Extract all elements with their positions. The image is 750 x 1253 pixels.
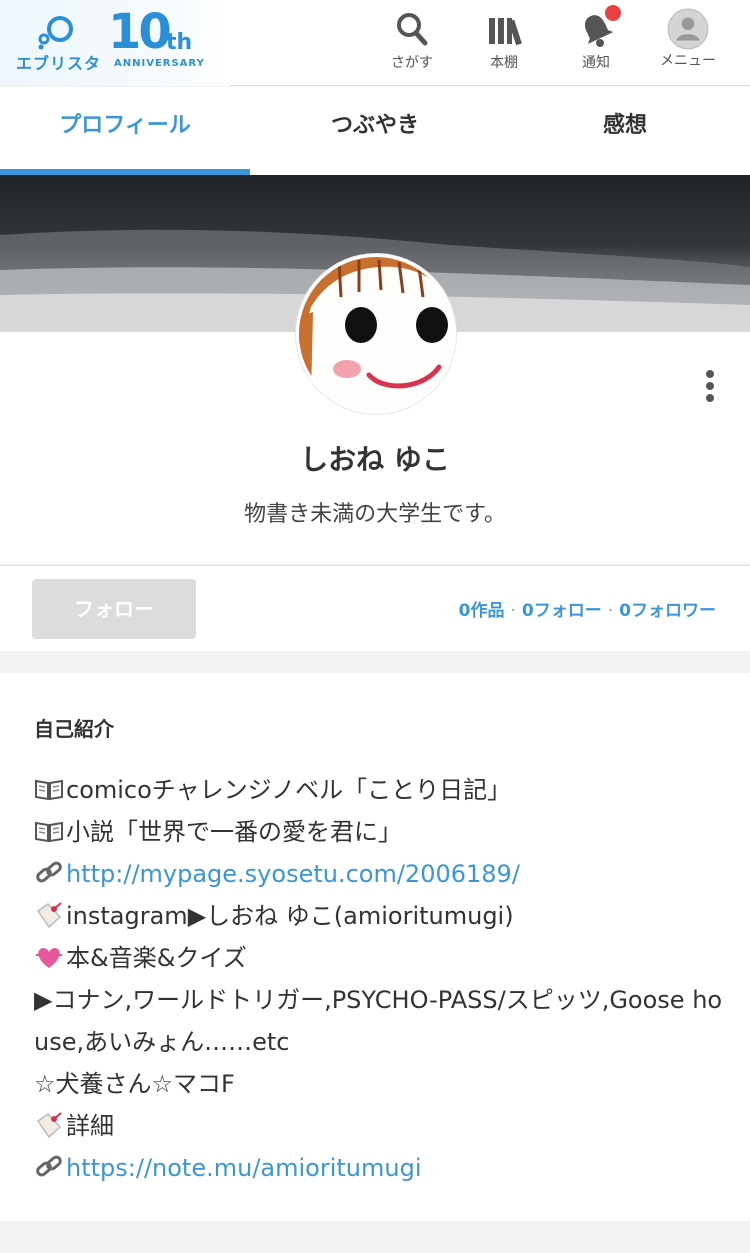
- self-introduction-body: comicoチャレンジノベル「ことり日記」 小説「世界で一番の愛を君に」 htt…: [34, 769, 724, 1189]
- intro-line-text: 本&音楽&クイズ: [66, 944, 247, 972]
- link-icon: [36, 1155, 62, 1177]
- open-book-icon: [35, 821, 63, 843]
- intro-line-text: instagram▶しおね ゆこ(amioritumugi): [66, 902, 514, 930]
- intro-line-text: comicoチャレンジノベル「ことり日記」: [66, 776, 512, 804]
- intro-line: ▶コナン,ワールドトリガー,PSYCHO-PASS/スピッツ,Goose hou…: [34, 986, 723, 1056]
- self-introduction-title: 自己紹介: [34, 717, 114, 741]
- profile-name: しおね ゆこ: [300, 443, 450, 476]
- app-header: エブリスタ 10 th ANNIVERSARY さがす 本棚 通知 メニュー: [0, 0, 750, 86]
- nav-notifications-label: 通知: [582, 55, 610, 71]
- intro-line: 詳細: [34, 1105, 724, 1147]
- followers-count-link[interactable]: 0フォロワー: [619, 601, 716, 621]
- intro-line: ☆犬養さん☆マコF: [34, 1070, 235, 1098]
- link-icon: [36, 861, 62, 883]
- logo-anniversary-suffix: th: [166, 30, 193, 55]
- nav-menu[interactable]: メニュー: [648, 8, 728, 78]
- user-avatar-icon: [667, 8, 709, 50]
- logo-text: エブリスタ: [16, 54, 102, 73]
- follow-button[interactable]: フォロー: [32, 579, 196, 639]
- intro-line: https://note.mu/amioritumugi: [34, 1147, 724, 1189]
- tab-profile[interactable]: プロフィール: [0, 87, 250, 175]
- profile-stats: 0作品 · 0フォロー · 0フォロワー: [459, 596, 716, 621]
- intro-line: 本&音楽&クイズ: [34, 937, 724, 979]
- tag-icon: [36, 902, 62, 929]
- follow-bar: フォロー 0作品 · 0フォロー · 0フォロワー: [0, 565, 750, 651]
- intro-line: http://mypage.syosetu.com/2006189/: [34, 853, 724, 895]
- self-introduction-section: 自己紹介 comicoチャレンジノベル「ことり日記」 小説「世界で一番の愛を君に…: [0, 673, 750, 1221]
- intro-line-text: 詳細: [66, 1112, 114, 1140]
- profile-tagline: 物書き未満の大学生です。: [244, 502, 506, 527]
- heart-icon: [36, 948, 62, 968]
- open-book-icon: [35, 779, 63, 801]
- stats-separator: ·: [510, 601, 516, 621]
- logo-anniversary-text: ANNIVERSARY: [114, 58, 205, 69]
- intro-line-text: 小説「世界で一番の愛を君に」: [66, 818, 402, 846]
- search-icon: [397, 13, 428, 46]
- profile-avatar[interactable]: [296, 254, 456, 414]
- works-count-link[interactable]: 0作品: [459, 601, 505, 621]
- intro-line: 小説「世界で一番の愛を君に」: [34, 811, 724, 853]
- tab-murmurs[interactable]: つぶやき: [250, 87, 500, 175]
- app-logo[interactable]: エブリスタ 10 th ANNIVERSARY: [0, 0, 230, 86]
- intro-line: instagram▶しおね ゆこ(amioritumugi): [34, 895, 724, 937]
- avatar-illustration: [299, 257, 453, 411]
- intro-link[interactable]: http://mypage.syosetu.com/2006189/: [66, 860, 520, 888]
- profile-tabs: プロフィール つぶやき 感想: [0, 87, 750, 175]
- notification-badge: [605, 5, 621, 21]
- nav-search[interactable]: さがす: [372, 8, 452, 78]
- nav-menu-label: メニュー: [660, 53, 716, 69]
- nav-search-label: さがす: [391, 55, 433, 71]
- nav-bookshelf[interactable]: 本棚: [464, 8, 544, 78]
- logo-anniversary-number: 10: [108, 4, 172, 60]
- bookshelf-icon: [489, 18, 522, 46]
- tab-reviews[interactable]: 感想: [500, 87, 750, 175]
- logo-mark-icon: [38, 16, 73, 50]
- more-options-icon[interactable]: [700, 370, 720, 404]
- stats-separator: ·: [607, 601, 614, 621]
- following-count-link[interactable]: 0フォロー: [522, 601, 602, 621]
- intro-link[interactable]: https://note.mu/amioritumugi: [66, 1154, 422, 1182]
- nav-notifications[interactable]: 通知: [556, 5, 636, 78]
- intro-line: comicoチャレンジノベル「ことり日記」: [34, 769, 724, 811]
- nav-bookshelf-label: 本棚: [490, 55, 518, 71]
- tag-icon: [36, 1112, 62, 1139]
